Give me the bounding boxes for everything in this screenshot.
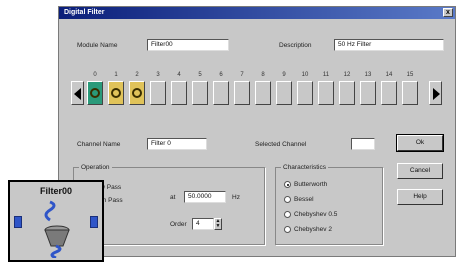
order-label: Order — [170, 221, 187, 228]
at-label: at — [170, 194, 176, 201]
input-connector[interactable] — [14, 216, 22, 228]
order-spinner[interactable]: ▲ ▼ — [214, 218, 222, 230]
channel-slot-15[interactable] — [402, 81, 418, 105]
selected-channel-label: Selected Channel — [255, 141, 307, 148]
arrow-left-icon — [74, 88, 81, 100]
channel-number-5: 5 — [198, 72, 202, 78]
channel-slot-7[interactable] — [234, 81, 250, 105]
output-connector[interactable] — [90, 216, 98, 228]
operation-group-title: Operation — [79, 163, 112, 172]
radio-bessel[interactable] — [284, 196, 291, 203]
filter-glyph-icon — [111, 88, 121, 98]
channel-number-4: 4 — [177, 72, 181, 78]
channel-number-13: 13 — [364, 72, 372, 78]
filter-glyph-icon — [132, 88, 142, 98]
option-butterworth-label: Butterworth — [294, 181, 328, 188]
module-name-label: Module Name — [77, 42, 118, 49]
channel-number-7: 7 — [240, 72, 244, 78]
channel-number-11: 11 — [322, 72, 330, 78]
channel-slot-8[interactable] — [255, 81, 271, 105]
title-bar: Digital Filter x — [59, 7, 455, 19]
ok-button[interactable]: Ok — [396, 134, 444, 152]
radio-chebyshev-2[interactable] — [284, 226, 291, 233]
frequency-input[interactable]: 50.0000 — [184, 191, 226, 203]
channel-number-12: 12 — [343, 72, 351, 78]
digital-filter-dialog: Digital Filter x Module Name Filter00 De… — [58, 6, 456, 257]
channel-slot-3[interactable] — [150, 81, 166, 105]
selected-channel-value — [351, 138, 375, 150]
channel-number-14: 14 — [385, 72, 393, 78]
channel-slot-14[interactable] — [381, 81, 397, 105]
option-chebyshev-05-label: Chebyshev 0.5 — [294, 211, 338, 218]
channel-name-input[interactable]: Filter 0 — [147, 138, 207, 150]
window-title: Digital Filter — [64, 9, 105, 16]
channel-number-1: 1 — [114, 72, 118, 78]
filter-module-icon[interactable] — [40, 200, 74, 258]
channel-number-2: 2 — [135, 72, 139, 78]
radio-butterworth[interactable] — [284, 181, 291, 188]
description-input[interactable]: 50 Hz Filter — [334, 39, 444, 51]
channel-slot-1[interactable] — [108, 81, 124, 105]
description-label: Description — [279, 42, 312, 49]
option-chebyshev-2-label: Chebyshev 2 — [294, 226, 332, 233]
module-name-input[interactable]: Filter00 — [147, 39, 229, 51]
option-bessel-label: Bessel — [294, 196, 314, 203]
characteristics-group-title: Characteristics — [281, 163, 328, 172]
cancel-button[interactable]: Cancel — [397, 163, 443, 179]
channel-slot-12[interactable] — [339, 81, 355, 105]
next-channels-button[interactable] — [429, 81, 442, 105]
channel-slot-0[interactable] — [87, 81, 103, 105]
channel-number-6: 6 — [219, 72, 223, 78]
module-icon-inset: Filter00 — [8, 180, 104, 262]
channel-number-9: 9 — [282, 72, 286, 78]
channel-slot-4[interactable] — [171, 81, 187, 105]
inset-title: Filter00 — [39, 186, 72, 196]
prev-channels-button[interactable] — [71, 81, 84, 105]
channel-name-label: Channel Name — [77, 141, 121, 148]
help-button[interactable]: Help — [397, 189, 443, 205]
arrow-right-icon — [433, 88, 440, 100]
close-icon[interactable]: x — [443, 8, 453, 17]
channel-slot-9[interactable] — [276, 81, 292, 105]
channel-slot-2[interactable] — [129, 81, 145, 105]
channel-number-8: 8 — [261, 72, 265, 78]
characteristics-group: Characteristics Butterworth Bessel Cheby… — [275, 163, 383, 245]
unit-label: Hz — [232, 194, 240, 201]
channel-slot-11[interactable] — [318, 81, 334, 105]
channel-number-15: 15 — [406, 72, 414, 78]
channel-slot-13[interactable] — [360, 81, 376, 105]
radio-chebyshev-05[interactable] — [284, 211, 291, 218]
channel-number-3: 3 — [156, 72, 160, 78]
channel-number-0: 0 — [93, 72, 97, 78]
filter-glyph-icon — [90, 88, 100, 98]
channel-number-10: 10 — [301, 72, 309, 78]
channel-slot-6[interactable] — [213, 81, 229, 105]
order-input[interactable]: 4 — [192, 218, 214, 230]
channel-slot-5[interactable] — [192, 81, 208, 105]
channel-slot-10[interactable] — [297, 81, 313, 105]
